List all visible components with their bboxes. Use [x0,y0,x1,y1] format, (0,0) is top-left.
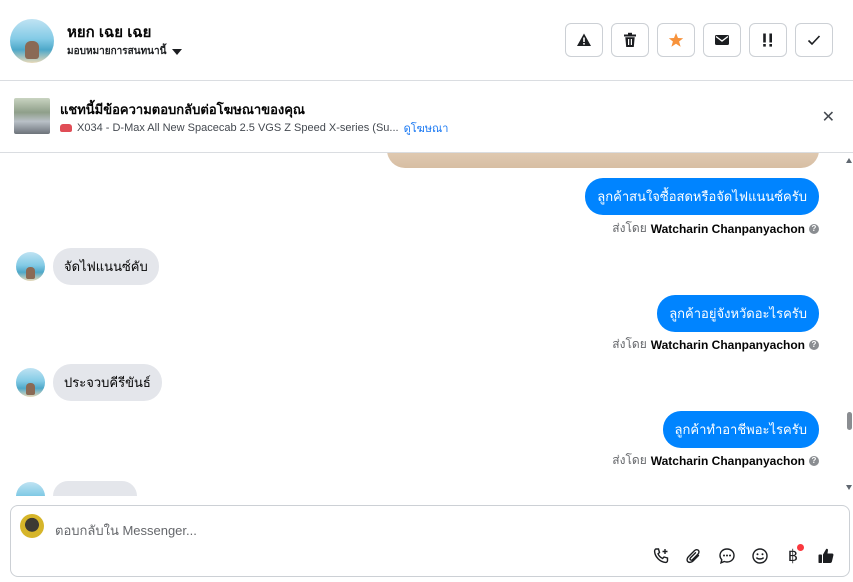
phone-add-icon[interactable] [650,545,672,567]
message-thread[interactable]: ลูกค้าสนใจซื้อสดหรือจัดไฟแนนซ์ครับ ส่งโด… [0,153,853,496]
sender-name: Watcharin Chanpanyachon [650,221,805,236]
message-incoming-partial [16,481,137,496]
contact-avatar-small [16,481,45,496]
sent-by-label: ส่งโดย [612,453,647,467]
ad-banner-subtitle: X034 - D-Max All New Spacecab 2.5 VGS Z … [60,119,448,137]
ad-thumbnail[interactable] [14,98,50,134]
report-spam-button[interactable] [565,23,603,57]
info-icon[interactable]: ? [809,455,819,466]
sent-by-info: ส่งโดย Watcharin Chanpanyachon ? [612,335,819,354]
sent-by-info: ส่งโดย Watcharin Chanpanyachon ? [612,451,819,470]
message-outgoing: ลูกค้าทำอาชีพอะไรครับ [662,411,819,448]
star-icon [668,33,684,47]
double-exclamation-icon [763,33,772,47]
message-bubble[interactable]: ลูกค้าสนใจซื้อสดหรือจัดไฟแนนซ์ครับ [585,178,819,215]
envelope-icon [715,35,729,45]
contact-avatar-small [16,368,45,397]
header-actions [565,23,833,57]
reply-input[interactable]: ตอบกลับใน Messenger... [55,520,197,541]
contact-avatar-small [16,252,45,281]
message-bubble[interactable]: ลูกค้าอยู่จังหวัดอะไรครับ [657,295,819,332]
contact-name[interactable]: หยก เฉย เฉย [67,20,151,44]
info-icon[interactable]: ? [809,223,819,234]
messenger-conversation: หยก เฉย เฉย มอบหมายการสนทนานี้ แชทนี้มีข… [0,0,853,582]
ad-reply-banner: แชทนี้มีข้อความตอบกลับต่อโฆษณาของคุณ X03… [0,82,853,153]
attached-image[interactable] [387,153,819,168]
message-composer[interactable]: ตอบกลับใน Messenger... ฿ [10,505,850,577]
scrollbar-thumb[interactable] [847,412,852,430]
sent-by-label: ส่งโดย [612,337,647,351]
page-avatar [20,514,44,538]
mark-done-button[interactable] [795,23,833,57]
message-bubble[interactable] [53,481,137,496]
sent-by-info: ส่งโดย Watcharin Chanpanyachon ? [612,219,819,238]
message-bubble[interactable]: จัดไฟแนนซ์คับ [53,248,159,285]
info-icon[interactable]: ? [809,339,819,350]
thread-scrollbar[interactable] [846,153,853,496]
message-outgoing: ลูกค้าอยู่จังหวัดอะไรครับ [657,295,819,332]
star-button[interactable] [657,23,695,57]
conversation-header: หยก เฉย เฉย มอบหมายการสนทนานี้ [0,0,853,81]
follow-up-button[interactable] [749,23,787,57]
assign-conversation-dropdown[interactable]: มอบหมายการสนทนานี้ [67,44,183,59]
car-icon [60,124,72,132]
message-incoming: จัดไฟแนนซ์คับ [16,248,159,285]
thumbs-up-icon[interactable] [815,545,837,567]
sent-by-label: ส่งโดย [612,221,647,235]
email-button[interactable] [703,23,741,57]
caret-down-icon [172,48,183,55]
scroll-down-arrow-icon[interactable] [846,485,852,490]
baht-icon[interactable]: ฿ [782,544,804,567]
sender-name: Watcharin Chanpanyachon [650,337,805,352]
close-icon[interactable]: ✕ [822,107,835,127]
notification-dot [797,544,804,551]
assign-label: มอบหมายการสนทนานี้ [67,46,167,57]
warning-triangle-icon [577,33,591,46]
ad-name: X034 - D-Max All New Spacecab 2.5 VGS Z … [77,122,399,134]
checkmark-icon [807,35,821,46]
contact-avatar[interactable] [10,19,54,63]
message-incoming: ประจวบคีรีขันธ์ [16,364,162,401]
message-bubble[interactable]: ลูกค้าทำอาชีพอะไรครับ [662,411,819,448]
smiley-icon[interactable] [749,545,771,567]
delete-button[interactable] [611,23,649,57]
view-ad-link[interactable]: ดูโฆษณา [404,119,449,137]
message-bubble[interactable]: ประจวบคีรีขันธ์ [53,364,162,401]
scroll-up-arrow-icon[interactable] [846,158,852,163]
sender-name: Watcharin Chanpanyachon [650,453,805,468]
composer-tools: ฿ [650,544,837,567]
ad-banner-title: แชทนี้มีข้อความตอบกลับต่อโฆษณาของคุณ [60,102,305,117]
trash-icon [624,32,636,47]
chat-bubble-icon[interactable] [716,545,738,567]
paperclip-icon[interactable] [683,545,705,567]
message-outgoing: ลูกค้าสนใจซื้อสดหรือจัดไฟแนนซ์ครับ [585,178,819,215]
